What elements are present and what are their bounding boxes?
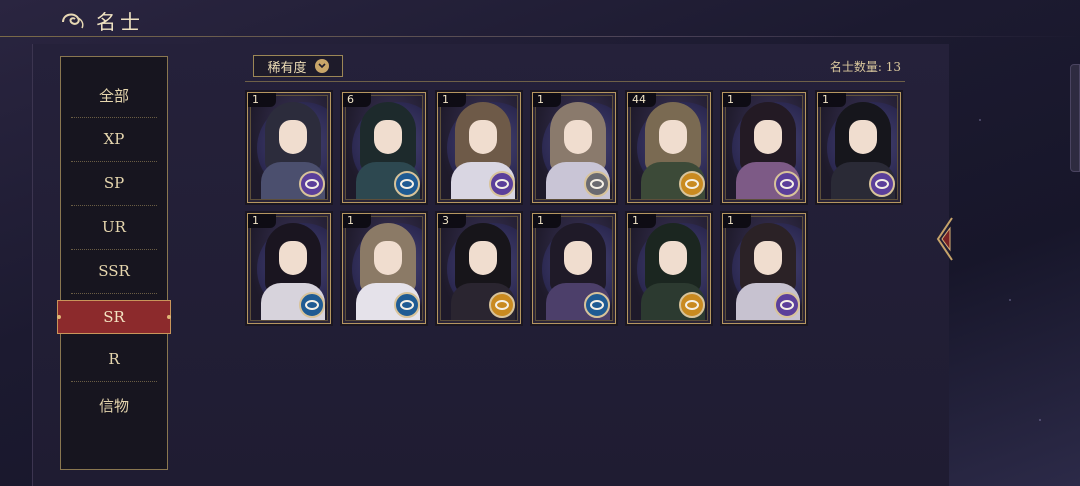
side-scroll-tab[interactable] (1070, 64, 1080, 172)
level-badge: 6 (343, 93, 371, 107)
hero-card[interactable]: 3 (437, 213, 521, 324)
ornament-dot-icon (57, 315, 61, 319)
chevron-down-icon (314, 59, 329, 73)
level-badge: 1 (723, 93, 751, 107)
hero-card[interactable]: 1 (247, 213, 331, 324)
hero-card[interactable]: 1 (342, 213, 426, 324)
hero-card[interactable]: 1 (247, 92, 331, 203)
collapse-arrow-icon[interactable] (934, 216, 954, 262)
sidebar-item-label: SR (103, 308, 125, 326)
filter-bar: 稀有度 名士数量: 13 (245, 55, 905, 82)
hero-card[interactable]: 1 (817, 92, 901, 203)
element-emblem-icon (869, 171, 895, 197)
element-emblem-icon (489, 171, 515, 197)
level-badge: 1 (533, 93, 561, 107)
hero-card[interactable]: 44 (627, 92, 711, 203)
level-badge: 1 (533, 214, 561, 228)
level-badge: 1 (723, 214, 751, 228)
hero-count: 名士数量: 13 (829, 60, 901, 74)
level-badge: 1 (248, 93, 276, 107)
hero-card[interactable]: 6 (342, 92, 426, 203)
hero-face (374, 241, 402, 275)
hero-card[interactable]: 1 (722, 92, 806, 203)
hero-card[interactable]: 1 (722, 213, 806, 324)
level-badge: 1 (628, 214, 656, 228)
back-swirl-icon[interactable] (60, 10, 86, 32)
sidebar-item-label: 信物 (98, 396, 129, 415)
element-emblem-icon (774, 292, 800, 318)
level-badge: 1 (438, 93, 466, 107)
hero-face (469, 241, 497, 275)
element-emblem-icon (679, 292, 705, 318)
sidebar-item-ur[interactable]: UR (71, 205, 157, 250)
hero-card[interactable]: 1 (627, 213, 711, 324)
header-divider (0, 36, 1080, 37)
hero-face (374, 120, 402, 154)
sidebar-item-label: 全部 (98, 86, 129, 105)
hero-face (279, 120, 307, 154)
element-emblem-icon (489, 292, 515, 318)
hero-face (849, 120, 877, 154)
sidebar-item-label: SSR (98, 262, 130, 280)
sidebar-item-xp[interactable]: XP (71, 117, 157, 162)
sidebar-item-label: SP (103, 174, 125, 192)
sidebar-item-token[interactable]: 信物 (71, 383, 157, 427)
element-emblem-icon (774, 171, 800, 197)
hero-face (659, 241, 687, 275)
level-badge: 1 (818, 93, 846, 107)
hero-card[interactable]: 1 (437, 92, 521, 203)
element-emblem-icon (394, 171, 420, 197)
hero-face (469, 120, 497, 154)
sidebar-item-r[interactable]: R (71, 337, 157, 382)
level-badge: 1 (248, 214, 276, 228)
level-badge: 44 (628, 93, 656, 107)
element-emblem-icon (679, 171, 705, 197)
sidebar-item-label: R (108, 350, 120, 368)
hero-face (564, 241, 592, 275)
rarity-sidebar: 全部 XP SP UR SSR SR R 信物 (57, 56, 171, 470)
sidebar-item-all[interactable]: 全部 (71, 73, 157, 118)
hero-card[interactable]: 1 (532, 213, 616, 324)
hero-face (754, 241, 782, 275)
filter-divider (245, 81, 905, 82)
top-header: 名士 (0, 0, 1080, 38)
filter-label: 稀有度 (267, 60, 307, 76)
hero-face (279, 241, 307, 275)
sidebar-item-sr[interactable]: SR (57, 300, 171, 334)
element-emblem-icon (584, 292, 610, 318)
sidebar-item-label: UR (102, 218, 126, 236)
sidebar-item-ssr[interactable]: SSR (71, 249, 157, 294)
element-emblem-icon (394, 292, 420, 318)
level-badge: 3 (438, 214, 466, 228)
hero-face (564, 120, 592, 154)
element-emblem-icon (299, 171, 325, 197)
sidebar-item-label: XP (103, 130, 125, 148)
ornament-dot-icon (167, 315, 171, 319)
element-emblem-icon (299, 292, 325, 318)
hero-face (659, 120, 687, 154)
hero-face (754, 120, 782, 154)
hero-card[interactable]: 1 (532, 92, 616, 203)
page-title: 名士 (96, 10, 144, 34)
level-badge: 1 (343, 214, 371, 228)
rarity-filter-dropdown[interactable]: 稀有度 (253, 55, 343, 77)
sidebar-item-sp[interactable]: SP (71, 161, 157, 206)
element-emblem-icon (584, 171, 610, 197)
